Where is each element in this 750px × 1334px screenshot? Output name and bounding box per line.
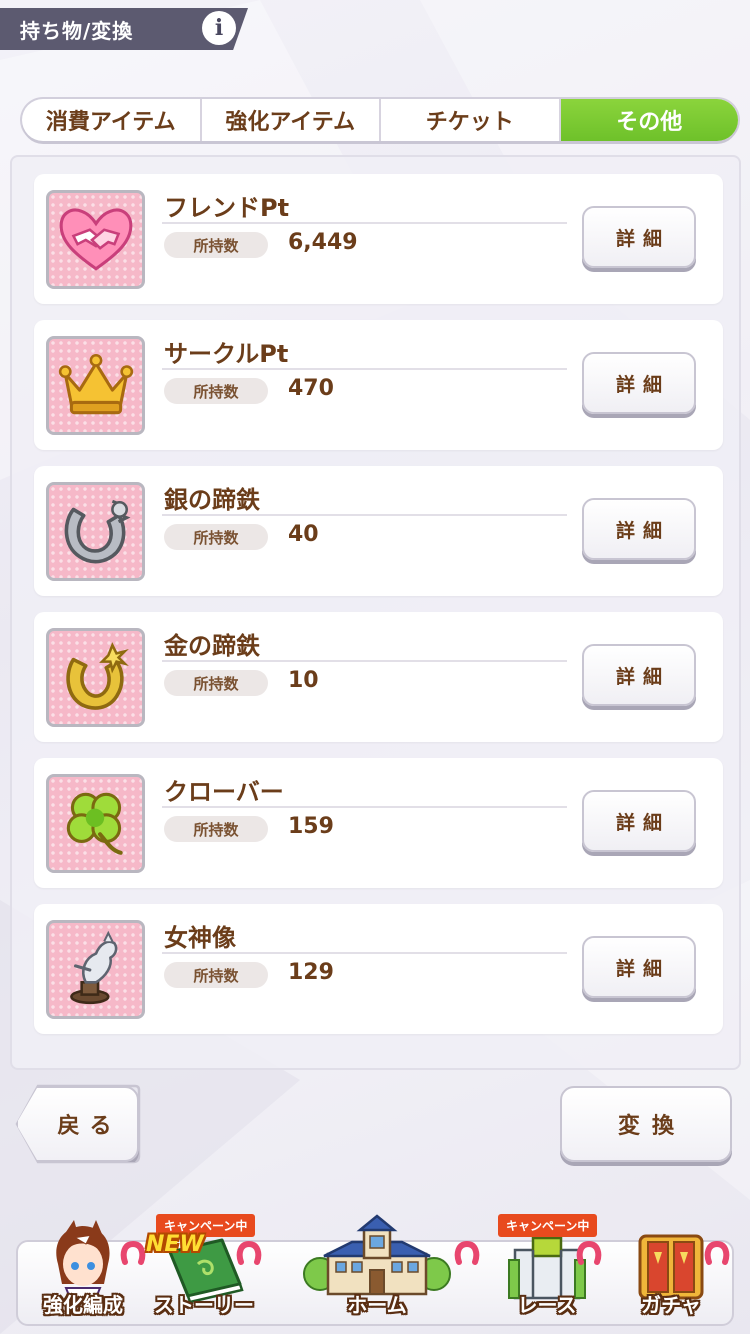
list-item: サークルPt 所持数 470 詳細: [34, 320, 723, 450]
nav-label: ストーリー: [154, 1293, 254, 1317]
horseshoe-notification-icon: [120, 1240, 146, 1265]
divider: [162, 514, 567, 516]
nav-label: 強化編成: [43, 1293, 123, 1317]
detail-button[interactable]: 詳細: [582, 936, 696, 998]
divider: [162, 222, 567, 224]
quantity-value: 129: [288, 960, 334, 985]
silver-horseshoe-icon: [46, 482, 145, 581]
tab-enhancement-items[interactable]: 強化アイテム: [202, 99, 381, 141]
divider: [162, 952, 567, 954]
list-item: 女神像 所持数 129 詳細: [34, 904, 723, 1034]
nav-enhance-formation[interactable]: 強化編成: [24, 1210, 146, 1328]
nav-race[interactable]: キャンペーン中 レース: [488, 1210, 606, 1328]
item-list-panel: フレンドPt 所持数 6,449 詳細 サークルPt 所持数 470 詳細 銀の…: [10, 155, 741, 1070]
divider: [162, 368, 567, 370]
tab-others[interactable]: その他: [560, 99, 738, 141]
detail-button[interactable]: 詳細: [582, 644, 696, 706]
detail-button[interactable]: 詳細: [582, 206, 696, 268]
horseshoe-notification-icon: [236, 1240, 262, 1265]
page-title: 持ち物/変換: [20, 18, 134, 43]
gold-horseshoe-icon: [46, 628, 145, 727]
quantity-value: 470: [288, 376, 334, 401]
info-icon[interactable]: i: [202, 11, 236, 45]
item-name: サークルPt: [164, 340, 289, 368]
divider: [162, 660, 567, 662]
quantity-label: 所持数: [164, 378, 268, 404]
item-name: 女神像: [164, 924, 236, 952]
nav-home[interactable]: ホーム: [270, 1210, 484, 1328]
item-name: クローバー: [164, 778, 284, 806]
divider: [162, 806, 567, 808]
quantity-value: 6,449: [288, 230, 358, 255]
nav-label: ガチャ: [641, 1293, 701, 1317]
detail-button[interactable]: 詳細: [582, 790, 696, 852]
clover-icon: [46, 774, 145, 873]
back-button[interactable]: 戻る: [16, 1086, 139, 1162]
detail-button[interactable]: 詳細: [582, 352, 696, 414]
horseshoe-notification-icon: [454, 1240, 480, 1265]
list-item: 金の蹄鉄 所持数 10 詳細: [34, 612, 723, 742]
crown-icon: [46, 336, 145, 435]
item-name: 金の蹄鉄: [164, 632, 260, 660]
item-name: フレンドPt: [164, 194, 290, 222]
quantity-value: 10: [288, 668, 319, 693]
new-badge: NEW: [146, 1232, 204, 1257]
quantity-label: 所持数: [164, 524, 268, 550]
list-item: クローバー 所持数 159 詳細: [34, 758, 723, 888]
nav-label: レース: [517, 1293, 577, 1317]
quantity-label: 所持数: [164, 816, 268, 842]
list-item: フレンドPt 所持数 6,449 詳細: [34, 174, 723, 304]
category-tabs: 消費アイテム 強化アイテム チケット その他: [22, 99, 738, 141]
horseshoe-notification-icon: [576, 1240, 602, 1265]
tab-consumable-items[interactable]: 消費アイテム: [22, 99, 202, 141]
exchange-button[interactable]: 変換: [560, 1086, 732, 1162]
tab-tickets[interactable]: チケット: [381, 99, 561, 141]
quantity-label: 所持数: [164, 670, 268, 696]
quantity-value: 40: [288, 522, 319, 547]
quantity-value: 159: [288, 814, 334, 839]
goddess-statue-icon: [46, 920, 145, 1019]
list-item: 銀の蹄鉄 所持数 40 詳細: [34, 466, 723, 596]
bottom-navigation: 強化編成 キャンペーン中 NEW ストーリー ホーム キャンペーン中 レース ガ…: [0, 1210, 750, 1334]
nav-gacha[interactable]: ガチャ: [610, 1210, 732, 1328]
quantity-label: 所持数: [164, 232, 268, 258]
handshake-heart-icon: [46, 190, 145, 289]
horseshoe-notification-icon: [704, 1240, 730, 1265]
item-name: 銀の蹄鉄: [164, 486, 260, 514]
quantity-label: 所持数: [164, 962, 268, 988]
character-portrait-icon: [56, 1220, 110, 1298]
campaign-badge: キャンペーン中: [498, 1214, 598, 1237]
nav-label: ホーム: [347, 1293, 407, 1317]
nav-story[interactable]: キャンペーン中 NEW ストーリー: [142, 1210, 266, 1328]
detail-button[interactable]: 詳細: [582, 498, 696, 560]
